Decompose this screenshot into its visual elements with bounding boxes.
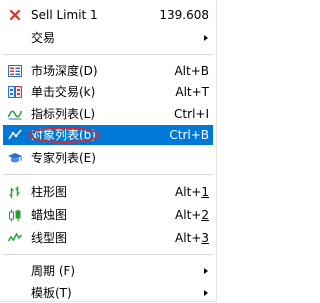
menu-item-label: 交易 — [31, 31, 56, 45]
menu-item-label: 线型图 — [31, 231, 68, 245]
menu-item-sell-limit[interactable]: Sell Limit 1 139.608 — [3, 5, 213, 25]
bar-chart-icon — [7, 185, 23, 199]
submenu-arrow-icon — [204, 290, 208, 296]
indicators-icon — [7, 107, 23, 121]
menu-item-label: 指标列表(L) — [31, 107, 96, 121]
objects-list-icon — [7, 128, 23, 142]
menu-item-label: 市场深度(D) — [31, 64, 98, 78]
menu-separator — [3, 174, 213, 175]
menu-item-shortcut: Ctrl+B — [169, 128, 209, 142]
menu-item-label: 单击交易(k) — [31, 85, 96, 99]
menu-item-market-depth[interactable]: 市场深度(D) Alt+B — [3, 61, 213, 81]
menu-item-shortcut: Alt+2 — [175, 208, 209, 222]
menu-item-candlesticks[interactable]: 蜡烛图 Alt+2 — [3, 205, 213, 225]
market-depth-icon — [7, 64, 23, 78]
menu-separator — [3, 54, 213, 55]
submenu-arrow-icon — [204, 268, 208, 274]
menu-item-trade[interactable]: 交易 — [3, 28, 213, 48]
menu-item-shortcut: Alt+B — [174, 64, 209, 78]
menu-item-label: 周期 (F) — [31, 264, 76, 278]
menu-item-label: 对象列表(b) — [31, 128, 96, 142]
menu-item-shortcut: Alt+T — [175, 85, 209, 99]
menu-item-label: Sell Limit 1 — [31, 8, 98, 22]
menu-item-periodicity[interactable]: 周期 (F) — [3, 261, 213, 281]
menu-item-value: 139.608 — [159, 8, 209, 22]
menu-item-label: 柱形图 — [31, 185, 68, 199]
x-close-icon — [7, 8, 23, 22]
menu-item-shortcut: Ctrl+I — [174, 107, 209, 121]
menu-item-shortcut: Alt+1 — [175, 185, 209, 199]
candlestick-icon — [7, 208, 23, 222]
one-click-trading-icon — [7, 85, 23, 99]
submenu-arrow-icon — [204, 35, 208, 41]
menu-item-indicators-list[interactable]: 指标列表(L) Ctrl+I — [3, 104, 213, 124]
menu-item-template[interactable]: 模板(T) — [3, 283, 213, 303]
menu-item-objects-list[interactable]: 对象列表(b) Ctrl+B — [3, 125, 213, 145]
menu-item-one-click-trading[interactable]: 单击交易(k) Alt+T — [3, 82, 213, 102]
menu-item-label: 模板(T) — [31, 286, 72, 300]
menu-item-label: 专家列表(E) — [31, 151, 96, 165]
menu-separator — [3, 254, 213, 255]
menu-item-experts-list[interactable]: 专家列表(E) — [3, 148, 213, 168]
menu-item-line-chart[interactable]: 线型图 Alt+3 — [3, 228, 213, 248]
chart-context-menu: Sell Limit 1 139.608 交易 市场深度(D) Alt+B 单击… — [0, 0, 217, 302]
menu-item-label: 蜡烛图 — [31, 208, 68, 222]
menu-item-shortcut: Alt+3 — [175, 231, 209, 245]
line-chart-icon — [7, 231, 23, 245]
experts-icon — [7, 151, 23, 165]
menu-item-bar-chart[interactable]: 柱形图 Alt+1 — [3, 182, 213, 202]
